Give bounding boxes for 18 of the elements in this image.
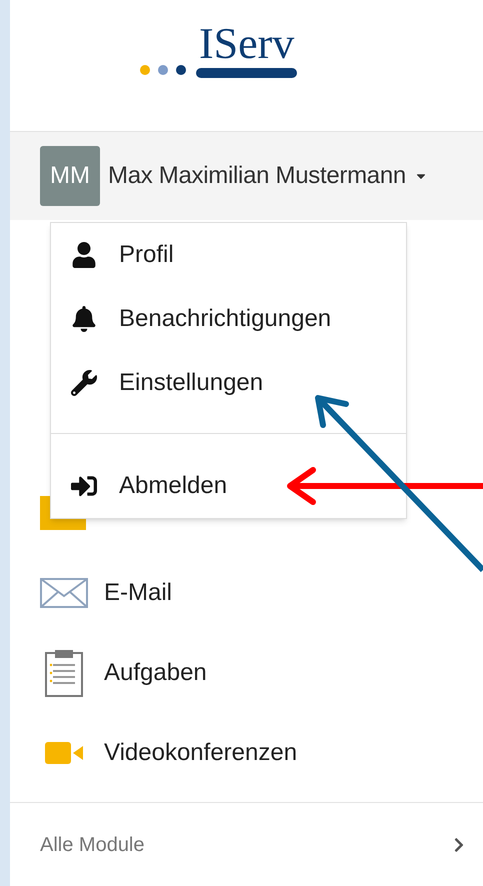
clipboard-icon: [45, 649, 83, 697]
video-camera-icon: [45, 742, 83, 764]
dropdown-item[interactable]: Abmelden: [51, 454, 406, 518]
sidebar-item[interactable]: Aufgaben: [10, 633, 483, 713]
user-name: Max Maximilian Mustermann: [108, 161, 406, 191]
bell-icon: [71, 306, 97, 332]
sidebar-item[interactable]: Videokonferenzen: [10, 713, 483, 793]
user-bar[interactable]: MM Max Maximilian Mustermann: [10, 132, 483, 220]
dropdown-item[interactable]: Benachrichtigungen: [51, 287, 406, 351]
iserv-logo[interactable]: IServ: [140, 22, 298, 78]
sidebar-item[interactable]: E-Mail: [10, 553, 483, 633]
person-icon: [71, 242, 97, 268]
envelope-icon: [40, 578, 88, 608]
dropdown-item[interactable]: Profil: [51, 223, 406, 287]
dropdown-item[interactable]: Einstellungen: [51, 351, 406, 415]
wrench-icon: [71, 370, 97, 396]
all-modules-link[interactable]: Alle Module: [10, 803, 483, 886]
avatar: MM: [40, 146, 100, 206]
